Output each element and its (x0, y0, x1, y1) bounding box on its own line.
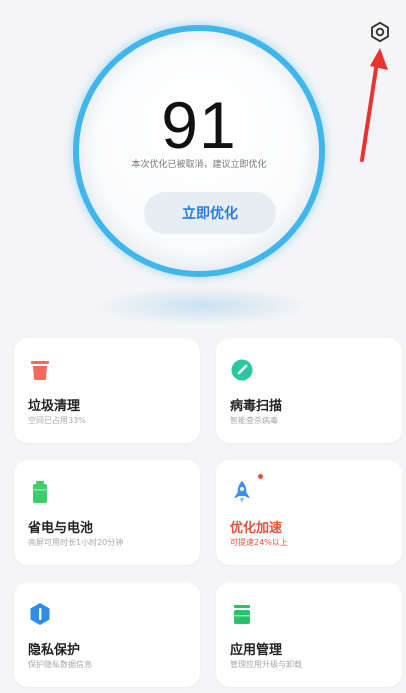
score-hint: 本次优化已被取消，建议立即优化 (131, 160, 267, 170)
score-shadow (92, 286, 312, 326)
card-subtitle: 可提速24%以上 (230, 538, 288, 547)
card-title: 病毒扫描 (230, 399, 283, 414)
security-center-screen: 91 本次优化已被取消，建议立即优化 立即优化 垃圾清理 空间已占用33% 病毒… (0, 0, 406, 693)
card-speed-up[interactable]: 优化加速 可提速24%以上 (216, 460, 402, 565)
card-app-manage[interactable]: 应用管理 管理应用升级与卸载 (216, 582, 402, 687)
card-subtitle: 亮屏可用时长1小时20分钟 (28, 538, 124, 547)
card-subtitle: 空间已占用33% (28, 416, 86, 425)
notification-dot (258, 474, 263, 479)
privacy-shield-icon (30, 603, 50, 625)
optimize-now-button[interactable]: 立即优化 (144, 192, 276, 234)
card-title: 垃圾清理 (28, 399, 81, 414)
app-manage-icon (234, 605, 250, 624)
card-subtitle: 保护隐私数据信息 (28, 660, 92, 669)
card-title: 隐私保护 (28, 643, 81, 658)
card-cleanup[interactable]: 垃圾清理 空间已占用33% (14, 338, 200, 443)
battery-icon (33, 481, 47, 503)
gear-icon (371, 21, 389, 43)
card-title: 优化加速 (230, 521, 283, 536)
card-privacy[interactable]: 隐私保护 保护隐私数据信息 (14, 582, 200, 687)
card-virus-scan[interactable]: 病毒扫描 智能查杀病毒 (216, 338, 402, 443)
card-title: 省电与电池 (28, 521, 94, 536)
card-battery[interactable]: 省电与电池 亮屏可用时长1小时20分钟 (14, 460, 200, 565)
score-value: 91 (161, 88, 237, 162)
settings-button[interactable] (368, 20, 392, 44)
score-ring: 91 本次优化已被取消，建议立即优化 立即优化 (73, 25, 325, 277)
card-title: 应用管理 (230, 643, 283, 658)
card-subtitle: 管理应用升级与卸载 (230, 660, 302, 669)
card-subtitle: 智能查杀病毒 (230, 416, 278, 425)
shield-check-icon (231, 359, 253, 381)
annotation-arrow-icon (360, 48, 388, 162)
rocket-icon (234, 481, 250, 503)
trash-icon (31, 361, 49, 380)
